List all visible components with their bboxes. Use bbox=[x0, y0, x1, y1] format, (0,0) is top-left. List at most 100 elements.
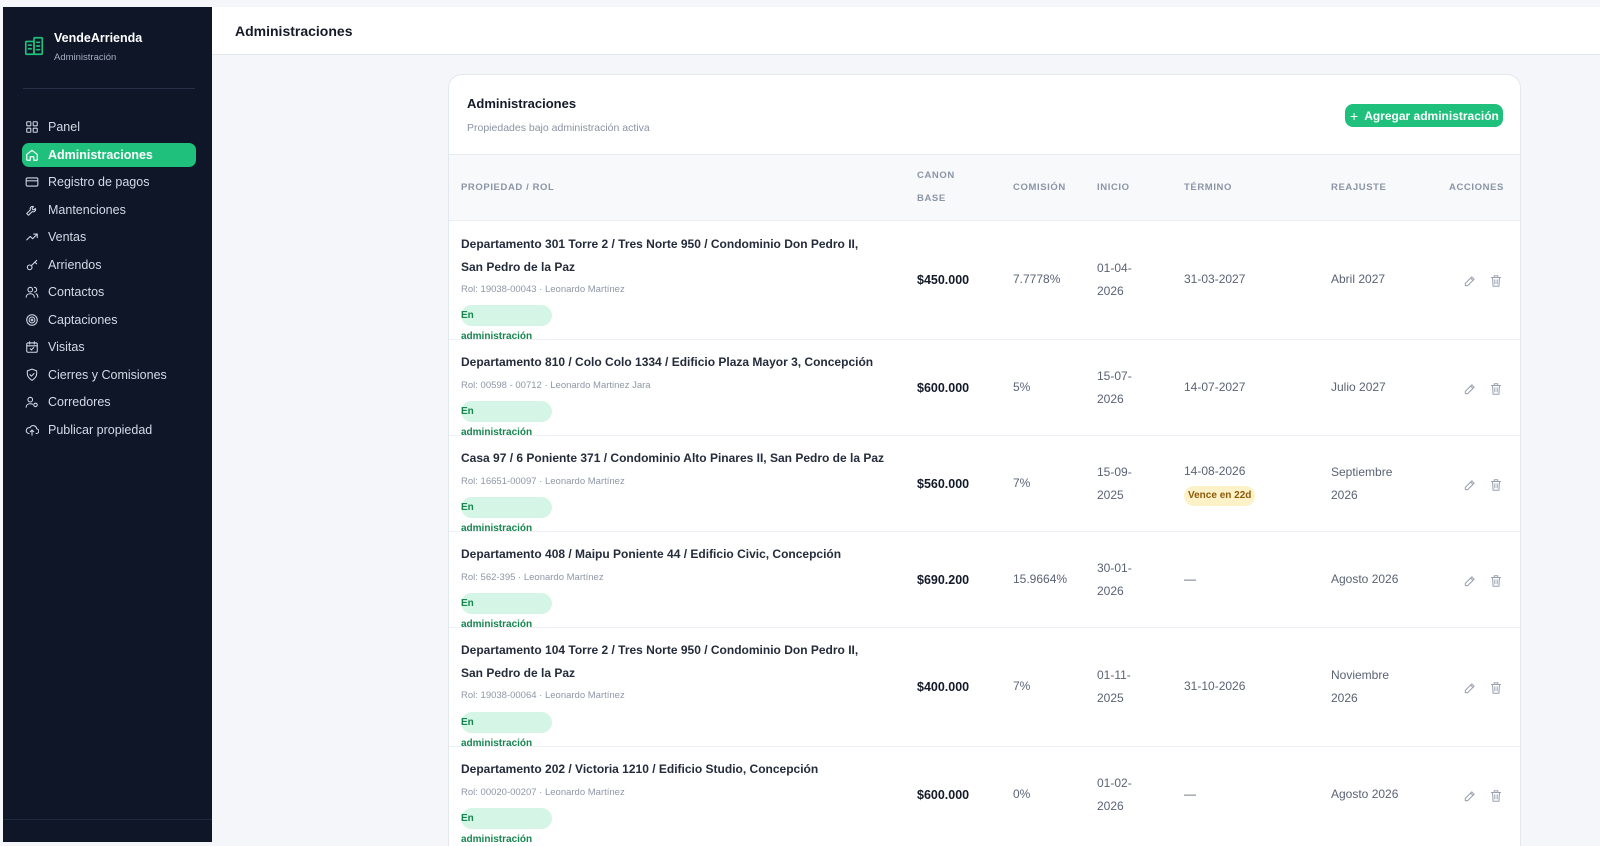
termino-value: — bbox=[1184, 572, 1196, 586]
termino-value: — bbox=[1184, 787, 1196, 801]
sidebar-item-label: Ventas bbox=[48, 230, 87, 244]
th-comision: COMISIÓN bbox=[1013, 182, 1066, 193]
topbar: Administraciones bbox=[212, 7, 1600, 55]
reajuste-value: Julio 2027 bbox=[1331, 380, 1386, 394]
sidebar-footer-divider bbox=[3, 819, 212, 820]
brand: VendeArrienda Administración bbox=[3, 7, 212, 90]
sidebar-item-label: Captaciones bbox=[48, 312, 118, 327]
canon-value: $400.000 bbox=[917, 680, 970, 694]
th-propiedad: PROPIEDAD / ROL bbox=[461, 182, 555, 193]
comision-value: 15.9664% bbox=[1013, 572, 1068, 586]
sidebar-item-arriendos[interactable]: Arriendos bbox=[22, 253, 196, 277]
sidebar-item-label: Cierres y Comisiones bbox=[48, 367, 167, 382]
edit-icon[interactable] bbox=[1463, 382, 1477, 396]
property-name: Departamento 301 Torre 2 / Tres Norte 95… bbox=[461, 233, 901, 279]
handshake-icon bbox=[26, 368, 38, 381]
sidebar-item-cierres-comisiones[interactable]: Cierres y Comisiones bbox=[22, 363, 196, 387]
th-reajuste: REAJUSTE bbox=[1331, 182, 1387, 193]
canon-value: $690.200 bbox=[917, 573, 970, 587]
inicio-value: 01-04- 2026 bbox=[1097, 257, 1132, 303]
inicio-line-2: 2025 bbox=[1097, 488, 1124, 502]
grid-icon bbox=[26, 121, 38, 133]
target-icon bbox=[26, 313, 38, 326]
add-administracion-button[interactable]: + Agregar administración bbox=[1345, 104, 1503, 127]
sidebar-item-ventas[interactable]: Ventas bbox=[22, 225, 196, 249]
table-row: Departamento 408 / Maipu Poniente 44 / E… bbox=[449, 532, 1520, 630]
th-canon-line2: BASE bbox=[917, 193, 946, 204]
property-name: Departamento 810 / Colo Colo 1334 / Edif… bbox=[461, 355, 874, 369]
sidebar-item-label: Arriendos bbox=[48, 257, 102, 272]
sidebar-item-visitas[interactable]: Visitas bbox=[22, 335, 196, 359]
reajuste-value: Agosto 2026 bbox=[1331, 787, 1399, 801]
property-rol: Rol: 19038-00043 · Leonardo Martínez bbox=[461, 284, 625, 295]
expiry-warning-badge: Vence en 22d bbox=[1184, 486, 1256, 506]
sidebar-item-label: Visitas bbox=[48, 340, 85, 354]
app-name: VendeArrienda bbox=[54, 31, 143, 45]
sidebar-item-mantenciones[interactable]: Mantenciones bbox=[22, 198, 196, 222]
sidebar-item-label: Panel bbox=[48, 120, 80, 134]
comision-value: 7% bbox=[1013, 679, 1031, 693]
wrench-icon bbox=[26, 205, 37, 216]
trash-icon[interactable] bbox=[1489, 382, 1503, 396]
sidebar-item-label: Administraciones bbox=[48, 147, 153, 162]
property-rol: Rol: 562-395 · Leonardo Martínez bbox=[461, 572, 604, 583]
sidebar-item-captaciones[interactable]: Captaciones bbox=[22, 308, 196, 332]
trash-icon[interactable] bbox=[1489, 274, 1503, 288]
inicio-value: 15-09- 2025 bbox=[1097, 461, 1132, 507]
table-header: PROPIEDAD / ROL CANON BASE COMISIÓN INIC… bbox=[449, 155, 1520, 221]
sidebar-nav: Panel Administraciones Registro de pagos… bbox=[22, 115, 196, 445]
property-rol: Rol: 16651-00097 · Leonardo Martínez bbox=[461, 476, 625, 487]
inicio-line-1: 01-02- bbox=[1097, 776, 1132, 790]
building-icon bbox=[24, 36, 44, 56]
inicio-line-1: 30-01- bbox=[1097, 561, 1132, 575]
reajuste-line-1: Noviembre bbox=[1331, 668, 1390, 682]
page-title: Administraciones bbox=[235, 23, 353, 39]
home-icon bbox=[26, 149, 38, 161]
property-name: Departamento 202 / Victoria 1210 / Edifi… bbox=[461, 762, 819, 776]
edit-icon[interactable] bbox=[1463, 274, 1477, 288]
termino-value: 14-07-2027 bbox=[1184, 380, 1246, 394]
edit-icon[interactable] bbox=[1463, 789, 1477, 803]
property-rol: Rol: 00598 - 00712 · Leonardo Martinez J… bbox=[461, 380, 651, 391]
property-rol: Rol: 19038-00064 · Leonardo Martínez bbox=[461, 690, 625, 701]
sidebar-item-publicar-propiedad[interactable]: Publicar propiedad bbox=[22, 418, 196, 442]
th-acciones: ACCIONES bbox=[1449, 182, 1504, 193]
inicio-value: 01-11- 2025 bbox=[1097, 664, 1131, 710]
comision-value: 0% bbox=[1013, 787, 1031, 801]
inicio-line-2: 2026 bbox=[1097, 284, 1124, 298]
inicio-line-1: 01-04- bbox=[1097, 261, 1132, 275]
comision-value: 5% bbox=[1013, 380, 1031, 394]
inicio-value: 30-01- 2026 bbox=[1097, 557, 1132, 603]
sidebar-item-administraciones[interactable]: Administraciones bbox=[22, 142, 196, 167]
sidebar-divider bbox=[23, 88, 195, 89]
trash-icon[interactable] bbox=[1489, 681, 1503, 695]
inicio-line-2: 2026 bbox=[1097, 584, 1124, 598]
edit-icon[interactable] bbox=[1463, 574, 1477, 588]
edit-icon[interactable] bbox=[1463, 478, 1477, 492]
sidebar-item-registro-pagos[interactable]: Registro de pagos bbox=[22, 170, 196, 194]
termino-value: 31-03-2027 bbox=[1184, 272, 1246, 286]
inicio-value: 15-07- 2026 bbox=[1097, 365, 1132, 411]
reajuste-value: Agosto 2026 bbox=[1331, 572, 1399, 586]
sidebar-item-panel[interactable]: Panel bbox=[22, 115, 196, 139]
sidebar-item-label: Publicar propiedad bbox=[48, 422, 153, 437]
status-badge: En administración bbox=[461, 401, 552, 438]
reajuste-value: Abril 2027 bbox=[1331, 272, 1386, 286]
termino-value: 31-10-2026 bbox=[1184, 679, 1246, 693]
trash-icon[interactable] bbox=[1489, 789, 1503, 803]
trash-icon[interactable] bbox=[1489, 478, 1503, 492]
property-line-2: San Pedro de la Paz bbox=[461, 260, 576, 274]
sidebar-item-corredores[interactable]: Corredores bbox=[22, 390, 196, 414]
trash-icon[interactable] bbox=[1489, 574, 1503, 588]
credit-card-icon bbox=[25, 177, 39, 187]
sidebar-item-contactos[interactable]: Contactos bbox=[22, 280, 196, 304]
status-badge: En administración bbox=[461, 497, 552, 534]
card-title: Administraciones bbox=[467, 96, 577, 111]
table-row: Departamento 202 / Victoria 1210 / Edifi… bbox=[449, 747, 1520, 846]
th-canon: CANON BASE bbox=[917, 164, 955, 210]
th-termino: TÉRMINO bbox=[1184, 182, 1233, 193]
reajuste-value: Septiembre 2026 bbox=[1331, 461, 1392, 507]
edit-icon[interactable] bbox=[1463, 681, 1477, 695]
sidebar: VendeArrienda Administración Panel Admin… bbox=[3, 7, 212, 842]
reajuste-line-1: Septiembre bbox=[1331, 465, 1393, 479]
